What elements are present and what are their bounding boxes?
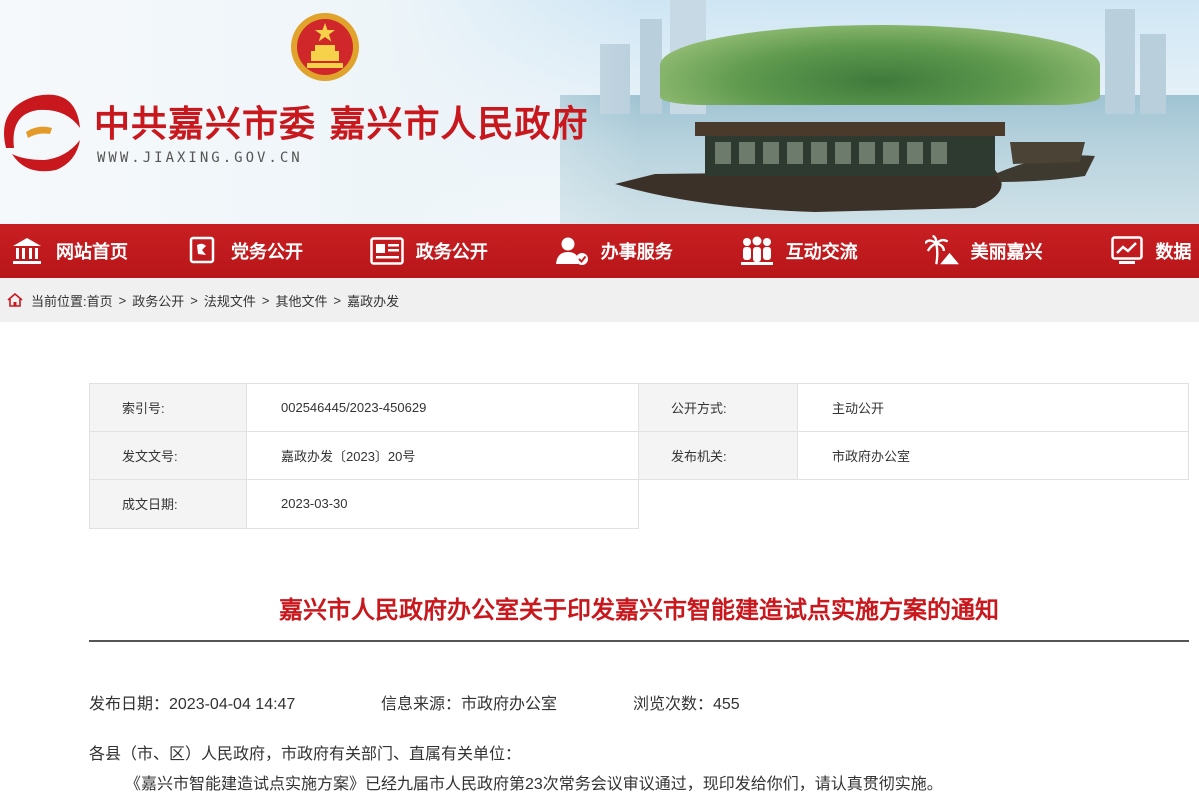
party-flag-icon	[185, 234, 219, 268]
index-value: 002546445/2023-450629	[246, 383, 639, 432]
south-lake-island	[660, 25, 1100, 105]
palm-scenery-icon	[924, 234, 959, 268]
open-method-label: 公开方式:	[638, 383, 798, 432]
site-title: 中共嘉兴市委 嘉兴市人民政府	[94, 103, 589, 145]
open-method-value: 主动公开	[797, 383, 1189, 432]
red-boat-illustration	[615, 122, 1095, 212]
nav-item-party-affairs[interactable]: 党务公开	[185, 224, 370, 278]
national-emblem-icon	[291, 13, 359, 81]
people-group-icon	[740, 234, 774, 268]
written-date-value: 2023-03-30	[246, 479, 639, 529]
breadcrumb-separator: >	[118, 292, 127, 308]
breadcrumb-separator: >	[333, 292, 342, 308]
document-info-table: 索引号: 002546445/2023-450629 公开方式: 主动公开 发文…	[89, 383, 1189, 529]
paragraph: 《嘉兴市智能建造试点实施方案》已经九届市人民政府第23次常务会议审议通过，现印发…	[125, 776, 943, 793]
index-label: 索引号:	[89, 383, 247, 432]
breadcrumb-separator: >	[190, 292, 198, 308]
nav-label: 政务公开	[415, 242, 488, 262]
table-row: 索引号: 002546445/2023-450629 公开方式: 主动公开	[89, 383, 1189, 432]
breadcrumb-separator: >	[261, 292, 270, 308]
nav-label: 办事服务	[600, 242, 673, 262]
document-list-icon	[370, 234, 404, 268]
bank-icon	[10, 234, 44, 268]
article-meta: 发布日期：2023-04-04 14:47 信息来源：市政府办公室 浏览次数：455	[89, 690, 740, 714]
doc-number-label: 发文文号:	[89, 431, 247, 480]
table-row: 成文日期: 2023-03-30	[89, 479, 1189, 529]
breadcrumb-prefix: 当前位置:	[31, 293, 87, 309]
city-building	[1140, 34, 1166, 114]
table-empty-cell	[638, 479, 1189, 528]
nav-item-government-affairs[interactable]: 政务公开	[370, 224, 555, 278]
info-source: 信息来源：市政府办公室	[381, 696, 558, 713]
nav-item-home[interactable]: 网站首页	[10, 224, 185, 278]
doc-number-value: 嘉政办发〔2023〕20号	[246, 431, 639, 480]
table-row: 发文文号: 嘉政办发〔2023〕20号 发布机关: 市政府办公室	[89, 431, 1189, 480]
nav-item-interaction[interactable]: 互动交流	[740, 224, 925, 278]
nav-label: 党务公开	[230, 242, 303, 262]
user-service-icon	[555, 234, 589, 268]
article-title: 嘉兴市人民政府办公室关于印发嘉兴市智能建造试点实施方案的通知	[279, 597, 999, 624]
issuer-label: 发布机关:	[638, 431, 798, 480]
nav-item-data[interactable]: 数据	[1110, 224, 1199, 278]
breadcrumb-home[interactable]: 首页	[87, 291, 113, 310]
breadcrumb-current[interactable]: 嘉政办发	[347, 291, 399, 310]
data-screen-icon	[1110, 234, 1144, 268]
written-date-label: 成文日期:	[89, 479, 247, 529]
nav-label: 数据	[1155, 242, 1192, 262]
breadcrumb-regulations[interactable]: 法规文件	[204, 291, 256, 310]
city-building	[1105, 9, 1135, 114]
breadcrumb: 当前位置: 首页 > 政务公开 > 法规文件 > 其他文件 > 嘉政办发	[0, 278, 1199, 322]
site-banner: 中共嘉兴市委 嘉兴市人民政府 WWW.JIAXING.GOV.CN	[0, 0, 1199, 224]
nav-label: 网站首页	[56, 242, 128, 262]
city-building	[640, 19, 662, 114]
breadcrumb-government-affairs[interactable]: 政务公开	[132, 291, 184, 310]
title-divider	[89, 640, 1189, 642]
publish-date: 发布日期：2023-04-04 14:47	[89, 696, 296, 713]
issuer-value: 市政府办公室	[797, 431, 1189, 480]
nav-item-beautiful-jiaxing[interactable]: 美丽嘉兴	[924, 224, 1110, 278]
salutation: 各县（市、区）人民政府，市政府有关部门、直属有关单位：	[89, 746, 522, 763]
nav-item-services[interactable]: 办事服务	[555, 224, 740, 278]
view-count: 浏览次数：455	[633, 696, 740, 713]
main-nav: 网站首页 党务公开 政务公开 办事服务 互动交流 美丽嘉兴 数据	[0, 224, 1199, 278]
home-icon	[7, 293, 23, 307]
site-url: WWW.JIAXING.GOV.CN	[97, 150, 303, 166]
breadcrumb-other-files[interactable]: 其他文件	[275, 291, 327, 310]
article-body: 各县（市、区）人民政府，市政府有关部门、直属有关单位： 《嘉兴市智能建造试点实施…	[89, 740, 943, 800]
nav-label: 美丽嘉兴	[970, 242, 1043, 262]
nav-label: 互动交流	[785, 242, 858, 262]
party-logo-icon	[4, 94, 80, 172]
